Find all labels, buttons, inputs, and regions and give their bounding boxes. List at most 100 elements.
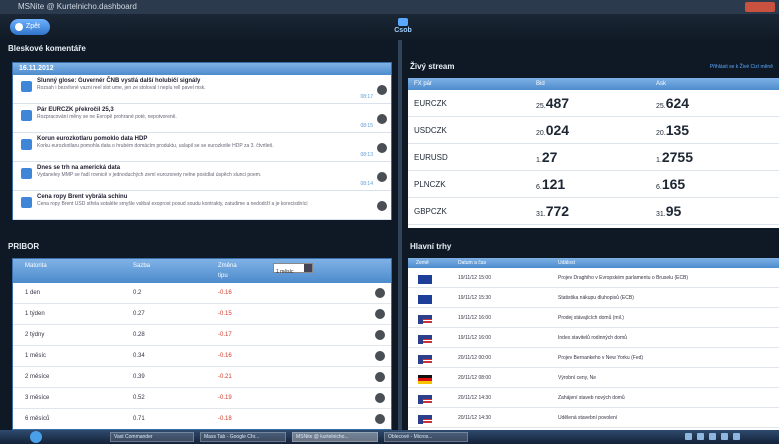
- chevron-right-icon[interactable]: [375, 309, 385, 319]
- value-cell: 0.27: [133, 311, 145, 317]
- stream-heading: Živý stream Přihlásit se k Živé Cizí měn…: [402, 58, 779, 76]
- close-window-icon[interactable]: [745, 2, 775, 12]
- chevron-right-icon[interactable]: [377, 85, 387, 95]
- chevron-right-icon[interactable]: [377, 172, 387, 182]
- datetime-cell: 19/11/12 16:00: [458, 335, 491, 341]
- ask-prefix: 31.: [656, 211, 666, 218]
- bid-main: 121: [541, 176, 566, 192]
- table-row[interactable]: USDCZK 20.024 20.135: [408, 117, 779, 144]
- news-item[interactable]: Korun eurozkotlaru pomoklo data HDP Korku…: [13, 133, 391, 162]
- col-ask: Ask: [656, 81, 667, 87]
- news-title: Korun eurozkotlaru pomoklo data HDP: [37, 136, 148, 142]
- top-toolbar: Zpět Csob: [0, 14, 779, 40]
- pribor-heading-text: PRIBOR: [8, 242, 40, 251]
- chevron-right-icon[interactable]: [377, 201, 387, 211]
- maturity-cell: 1 měsíc: [25, 353, 47, 359]
- news-item[interactable]: Cena ropy Brent vybrála schinu Cena ropy …: [13, 191, 391, 220]
- table-row[interactable]: 20/11/12 00:00 Projev Bernankeho v New Yo…: [408, 348, 779, 368]
- pribor-table: Matorita Sazba Změna tipu 1 měsíc 1 den 0…: [12, 258, 392, 430]
- table-row[interactable]: PLNCZK 6.121 6.165: [408, 171, 779, 198]
- start-button[interactable]: [30, 431, 42, 443]
- value-cell: 0.52: [133, 395, 145, 401]
- news-title: Cena ropy Brent vybrála schinu: [37, 194, 128, 200]
- datetime-cell: 19/11/12 16:00: [458, 315, 491, 321]
- col-maturity: Matorita: [25, 263, 47, 269]
- table-row[interactable]: 2 týdny 0.28 -0.17: [13, 325, 391, 346]
- table-row[interactable]: EURUSD 1.27 1.2755: [408, 144, 779, 171]
- ask-cell: 20.135: [656, 122, 689, 138]
- tray-icon[interactable]: [685, 433, 692, 440]
- table-row[interactable]: GBPCZK 31.772 31.95: [408, 198, 779, 225]
- table-row[interactable]: 20/11/12 08:00 Výrobní ceny, Ne: [408, 368, 779, 388]
- taskbar-item[interactable]: Oblecové - Micros...: [384, 432, 468, 442]
- back-button-label: Zpět: [26, 23, 41, 30]
- back-button[interactable]: Zpět: [10, 19, 50, 35]
- chevron-right-icon[interactable]: [375, 288, 385, 298]
- news-item[interactable]: Dnes se trh na americká data Vydaneley MM…: [13, 162, 391, 191]
- table-row[interactable]: 2 měsíce 0.39 -0.21: [13, 367, 391, 388]
- col-datetime: Datum a čas: [458, 260, 487, 266]
- ask-main: 165: [661, 176, 686, 192]
- tray-icon[interactable]: [709, 433, 716, 440]
- chevron-right-icon[interactable]: [375, 372, 385, 382]
- taskbar-item[interactable]: Vast Commander: [110, 432, 194, 442]
- taskbar-item[interactable]: Mass Tab - Google Chr...: [200, 432, 286, 442]
- tray-icon[interactable]: [697, 433, 704, 440]
- table-row[interactable]: 19/11/12 15:00 Projev Draghiho v Evropské…: [408, 268, 779, 288]
- news-title: Slunný glose: Guvernér ČNB vystlá další …: [37, 78, 201, 84]
- news-item[interactable]: Pár EURCZK překročil 25,3 Rozpracování mě…: [13, 104, 391, 133]
- chevron-right-icon[interactable]: [375, 351, 385, 361]
- change-cell: -0.16: [218, 353, 232, 359]
- ask-prefix: 20.: [656, 130, 666, 137]
- maturity-cell: 1 den: [25, 290, 41, 296]
- table-row[interactable]: 1 měsíc 0.34 -0.16: [13, 346, 391, 367]
- bid-cell: 6.121: [536, 176, 565, 192]
- table-row[interactable]: 1 den 0.2 -0.16: [13, 283, 391, 304]
- flag-eu-icon: [418, 295, 432, 304]
- bid-prefix: 20.: [536, 130, 546, 137]
- news-heading: Bleskové komentáře: [0, 40, 398, 58]
- col-bid: Bid: [536, 81, 545, 87]
- table-row[interactable]: EURCZK 25.487 25.624: [408, 90, 779, 117]
- trades-table: Země Datum a čas Událost 19/11/12 15:00 P…: [408, 258, 779, 430]
- change-cell: -0.16: [218, 290, 232, 296]
- table-row[interactable]: 19/11/12 16:00 Prodej stávajících domů (m…: [408, 308, 779, 328]
- chevron-right-icon[interactable]: [375, 414, 385, 424]
- taskbar-item[interactable]: MSNite @ kurtelnicho...: [292, 432, 378, 442]
- stream-login-link[interactable]: Přihlásit se k Živé Cizí měně: [710, 58, 773, 76]
- pair-cell: EURCZK: [414, 99, 447, 108]
- change-cell: -0.17: [218, 332, 232, 338]
- news-text: Korku eurozkotlaru pomohla data o hrubém…: [37, 143, 274, 149]
- period-select[interactable]: 1 měsíc: [273, 263, 313, 275]
- datetime-cell: 20/11/12 14:30: [458, 415, 491, 421]
- tray-icon[interactable]: [721, 433, 728, 440]
- chevron-right-icon[interactable]: [377, 143, 387, 153]
- news-item[interactable]: Slunný glose: Guvernér ČNB vystlá další …: [13, 75, 391, 104]
- datetime-cell: 19/11/12 15:30: [458, 295, 491, 301]
- news-text: Rozpracování měny se ne Evropě prohrané …: [37, 114, 177, 120]
- ask-cell: 6.165: [656, 176, 685, 192]
- chevron-right-icon[interactable]: [377, 114, 387, 124]
- tray-icon[interactable]: [733, 433, 740, 440]
- table-row[interactable]: 1 týden 0.27 -0.15: [13, 304, 391, 325]
- news-title: Dnes se trh na americká data: [37, 165, 121, 171]
- table-row[interactable]: 3 měsíce 0.52 -0.19: [13, 388, 391, 409]
- table-row[interactable]: 20/11/12 14:30 Zahájení staveb nových dom…: [408, 388, 779, 408]
- chevron-right-icon[interactable]: [375, 330, 385, 340]
- col-event: Událost: [558, 260, 575, 266]
- news-icon: [21, 81, 32, 92]
- table-row[interactable]: 6 měsíců 0.71 -0.18: [13, 409, 391, 429]
- flag-eu-icon: [418, 275, 432, 284]
- col-change-sub: tipu: [218, 273, 228, 279]
- table-row[interactable]: 19/11/12 15:30 Statistika nákupu dluhopis…: [408, 288, 779, 308]
- news-text: Cena ropy Brent USD střela sotaléte smyš…: [37, 201, 308, 207]
- value-cell: 0.2: [133, 290, 142, 296]
- datetime-cell: 20/11/12 00:00: [458, 355, 491, 361]
- datetime-cell: 20/11/12 08:00: [458, 375, 491, 381]
- table-row[interactable]: 20/11/12 14:30 Udělená stavební povolení: [408, 408, 779, 428]
- table-row[interactable]: 19/11/12 16:00 Index stavitelů rodinných …: [408, 328, 779, 348]
- bid-main: 024: [545, 122, 570, 138]
- news-time: 08:15: [360, 123, 373, 129]
- chevron-right-icon[interactable]: [375, 393, 385, 403]
- stream-table-header: FX pár Bid Ask: [408, 78, 779, 90]
